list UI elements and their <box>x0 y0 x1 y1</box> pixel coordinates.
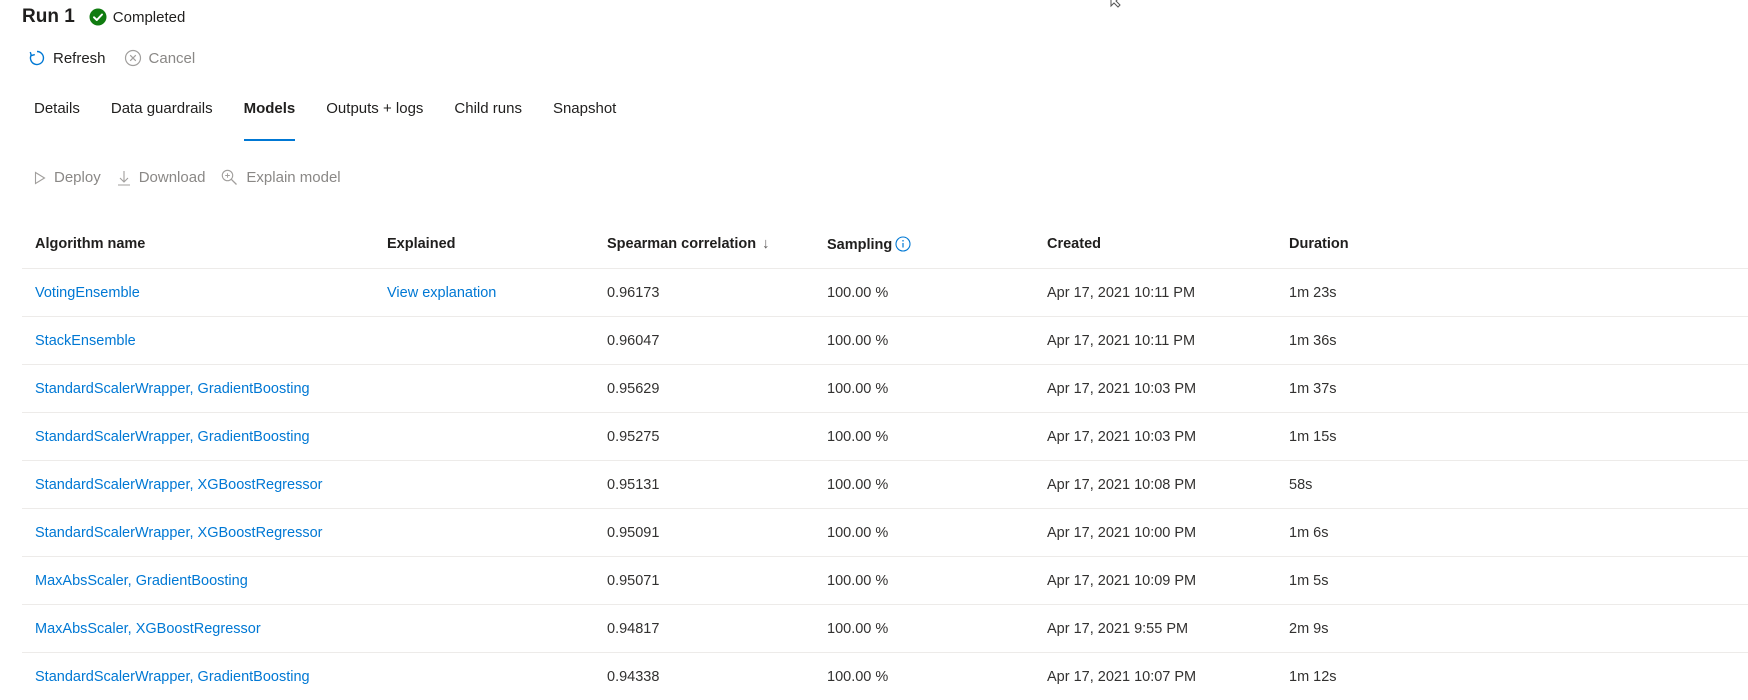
algorithm-link[interactable]: VotingEnsemble <box>35 285 140 301</box>
sampling-value: 100.00 % <box>827 284 889 301</box>
table-row: VotingEnsemble View explanation 0.96173 … <box>22 269 1748 317</box>
algorithm-link[interactable]: StandardScalerWrapper, GradientBoosting <box>35 381 310 397</box>
table-row: StandardScalerWrapper, XGBoostRegressor … <box>22 461 1748 509</box>
tab-bar: Details Data guardrails Models Outputs +… <box>34 100 647 144</box>
tab-outputs-logs[interactable]: Outputs + logs <box>326 100 423 144</box>
created-value: Apr 17, 2021 10:08 PM <box>1047 476 1197 493</box>
spearman-value: 0.95091 <box>607 524 660 541</box>
column-header-spearman[interactable]: Spearman correlation ↓ <box>607 236 769 252</box>
mouse-cursor-icon <box>1110 0 1121 8</box>
magnifier-icon <box>222 169 238 185</box>
sampling-value: 100.00 % <box>827 524 889 541</box>
status-badge: Completed <box>89 8 186 26</box>
column-header-created[interactable]: Created <box>1047 236 1101 252</box>
duration-value: 2m 9s <box>1289 620 1329 637</box>
tab-child-runs[interactable]: Child runs <box>454 100 522 144</box>
created-value: Apr 17, 2021 10:00 PM <box>1047 524 1197 541</box>
created-value: Apr 17, 2021 10:09 PM <box>1047 572 1197 589</box>
table-header-row: Algorithm name Explained Spearman correl… <box>22 220 1748 269</box>
sampling-value: 100.00 % <box>827 476 889 493</box>
command-bar: Refresh Cancel <box>28 49 213 67</box>
sampling-value: 100.00 % <box>827 428 889 445</box>
cancel-icon <box>124 49 141 67</box>
sampling-value: 100.00 % <box>827 332 889 349</box>
duration-value: 1m 15s <box>1289 428 1337 445</box>
play-icon <box>34 171 46 184</box>
sampling-value: 100.00 % <box>827 572 889 589</box>
sort-descending-icon: ↓ <box>762 236 770 252</box>
sampling-value: 100.00 % <box>827 668 889 685</box>
spearman-value: 0.94338 <box>607 668 660 685</box>
duration-value: 1m 36s <box>1289 332 1337 349</box>
download-button[interactable]: Download <box>117 169 206 186</box>
sampling-header-label: Sampling <box>827 236 893 253</box>
cancel-button[interactable]: Cancel <box>124 49 196 67</box>
run-title: Run 1 <box>22 6 75 27</box>
status-text: Completed <box>112 8 186 26</box>
algorithm-link[interactable]: StandardScalerWrapper, XGBoostRegressor <box>35 477 322 493</box>
explain-model-button[interactable]: Explain model <box>221 169 341 186</box>
created-value: Apr 17, 2021 10:07 PM <box>1047 668 1197 685</box>
column-header-algorithm[interactable]: Algorithm name <box>35 236 145 252</box>
cancel-label: Cancel <box>148 49 196 67</box>
table-row: MaxAbsScaler, GradientBoosting 0.95071 1… <box>22 557 1748 605</box>
run-header: Run 1 Completed <box>22 4 185 30</box>
duration-value: 58s <box>1289 476 1313 493</box>
table-row: MaxAbsScaler, XGBoostRegressor 0.94817 1… <box>22 605 1748 653</box>
tab-models[interactable]: Models <box>243 100 295 144</box>
models-table: Algorithm name Explained Spearman correl… <box>22 220 1748 700</box>
created-value: Apr 17, 2021 10:11 PM <box>1047 284 1196 301</box>
spearman-value: 0.95629 <box>607 380 660 397</box>
spearman-value: 0.94817 <box>607 620 660 637</box>
download-icon <box>117 170 130 186</box>
table-row: StandardScalerWrapper, GradientBoosting … <box>22 365 1748 413</box>
tab-details[interactable]: Details <box>34 100 80 144</box>
column-header-explained[interactable]: Explained <box>387 236 456 252</box>
spearman-value: 0.95071 <box>607 572 660 589</box>
created-value: Apr 17, 2021 10:11 PM <box>1047 332 1196 349</box>
algorithm-link[interactable]: StandardScalerWrapper, GradientBoosting <box>35 669 310 685</box>
explain-model-label: Explain model <box>246 169 341 186</box>
duration-value: 1m 6s <box>1289 524 1329 541</box>
info-icon[interactable] <box>895 235 911 252</box>
duration-value: 1m 23s <box>1289 284 1337 301</box>
tab-snapshot[interactable]: Snapshot <box>553 100 616 144</box>
algorithm-link[interactable]: StandardScalerWrapper, GradientBoosting <box>35 429 310 445</box>
sampling-value: 100.00 % <box>827 620 889 637</box>
table-row: StandardScalerWrapper, GradientBoosting … <box>22 653 1748 700</box>
spearman-value: 0.95275 <box>607 428 660 445</box>
algorithm-link[interactable]: MaxAbsScaler, GradientBoosting <box>35 573 248 589</box>
refresh-button[interactable]: Refresh <box>28 49 106 67</box>
view-explanation-link[interactable]: View explanation <box>387 285 496 301</box>
duration-value: 1m 12s <box>1289 668 1337 685</box>
deploy-button[interactable]: Deploy <box>34 169 101 186</box>
deploy-label: Deploy <box>54 169 101 186</box>
models-toolbar: Deploy Download Explain model <box>34 169 357 186</box>
table-row: StackEnsemble 0.96047 100.00 % Apr 17, 2… <box>22 317 1748 365</box>
spearman-value: 0.95131 <box>607 476 660 493</box>
duration-value: 1m 5s <box>1289 572 1329 589</box>
spearman-value: 0.96047 <box>607 332 660 349</box>
column-header-duration[interactable]: Duration <box>1289 236 1349 252</box>
table-row: StandardScalerWrapper, GradientBoosting … <box>22 413 1748 461</box>
sampling-value: 100.00 % <box>827 380 889 397</box>
spearman-header-label: Spearman correlation <box>607 236 757 252</box>
created-value: Apr 17, 2021 9:55 PM <box>1047 620 1189 637</box>
duration-value: 1m 37s <box>1289 380 1337 397</box>
tab-data-guardrails[interactable]: Data guardrails <box>111 100 213 144</box>
spearman-value: 0.96173 <box>607 284 660 301</box>
algorithm-link[interactable]: StackEnsemble <box>35 333 136 349</box>
check-circle-icon <box>89 8 107 26</box>
table-row: StandardScalerWrapper, XGBoostRegressor … <box>22 509 1748 557</box>
download-label: Download <box>138 169 206 186</box>
algorithm-link[interactable]: MaxAbsScaler, XGBoostRegressor <box>35 621 261 637</box>
created-value: Apr 17, 2021 10:03 PM <box>1047 428 1197 445</box>
column-header-sampling[interactable]: Sampling <box>827 235 911 253</box>
refresh-icon <box>29 50 45 66</box>
created-value: Apr 17, 2021 10:03 PM <box>1047 380 1197 397</box>
refresh-label: Refresh <box>53 49 106 67</box>
algorithm-link[interactable]: StandardScalerWrapper, XGBoostRegressor <box>35 525 322 541</box>
